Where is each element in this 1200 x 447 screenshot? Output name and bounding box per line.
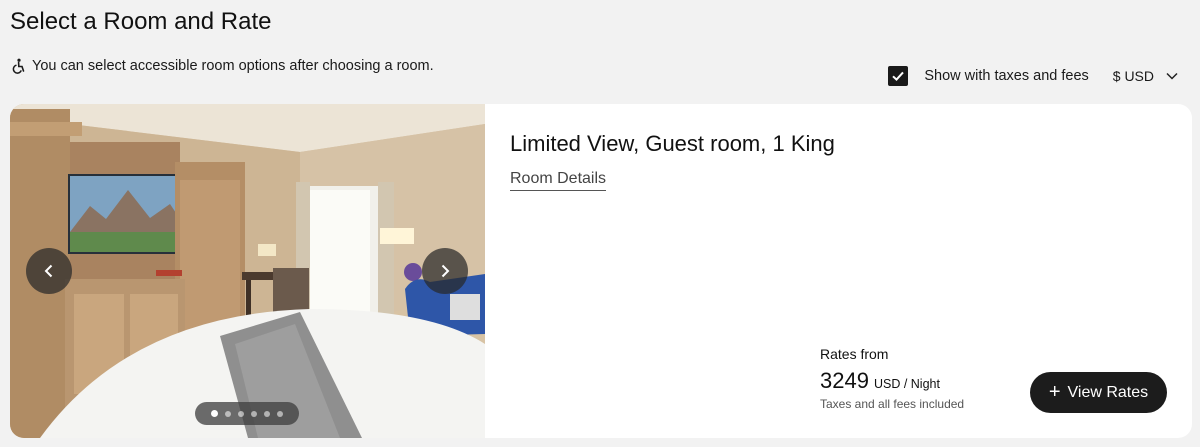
currency-value: $ USD — [1112, 68, 1154, 84]
taxes-fees-label[interactable]: Show with taxes and fees — [924, 68, 1088, 84]
plus-icon: + — [1048, 380, 1061, 403]
taxes-fees-checkbox[interactable] — [888, 66, 909, 86]
chevron-left-icon — [44, 264, 53, 278]
price-row: 3249 USD / Night — [820, 368, 940, 394]
chevron-down-icon — [1166, 72, 1178, 80]
room-price: 3249 — [820, 368, 869, 393]
accessible-icon — [12, 58, 25, 74]
photo-dot-4[interactable] — [251, 410, 257, 417]
page-title: Select a Room and Rate — [10, 8, 272, 35]
view-rates-label: View Rates — [1067, 383, 1149, 401]
rate-display-controls: Show with taxes and fees $ USD — [888, 66, 1178, 86]
view-rates-button[interactable]: + View Rates — [1030, 372, 1167, 413]
photo-dot-2[interactable] — [225, 410, 231, 417]
photo-dot-3[interactable] — [238, 410, 244, 417]
checkmark-icon — [892, 71, 905, 82]
photo-dot-6[interactable] — [277, 410, 283, 417]
room-photo-carousel — [10, 104, 485, 438]
accessibility-notice-text: You can select accessible room options a… — [32, 58, 434, 74]
chevron-right-icon — [441, 264, 450, 278]
room-card: Limited View, Guest room, 1 King Room De… — [10, 104, 1192, 438]
previous-photo-button[interactable] — [26, 248, 72, 294]
room-name: Limited View, Guest room, 1 King — [510, 131, 835, 156]
photo-pagination-dots — [195, 402, 299, 425]
rates-from-label: Rates from — [820, 346, 889, 362]
fees-note: Taxes and all fees included — [820, 397, 965, 411]
currency-selector[interactable]: $ USD — [1113, 68, 1178, 84]
price-unit: USD / Night — [873, 377, 940, 391]
photo-dot-5[interactable] — [264, 410, 270, 417]
next-photo-button[interactable] — [422, 248, 468, 294]
photo-dot-1[interactable] — [211, 410, 218, 417]
room-details-link[interactable]: Room Details — [510, 170, 607, 191]
accessibility-notice: You can select accessible room options a… — [10, 58, 434, 74]
room-photo — [10, 104, 485, 438]
